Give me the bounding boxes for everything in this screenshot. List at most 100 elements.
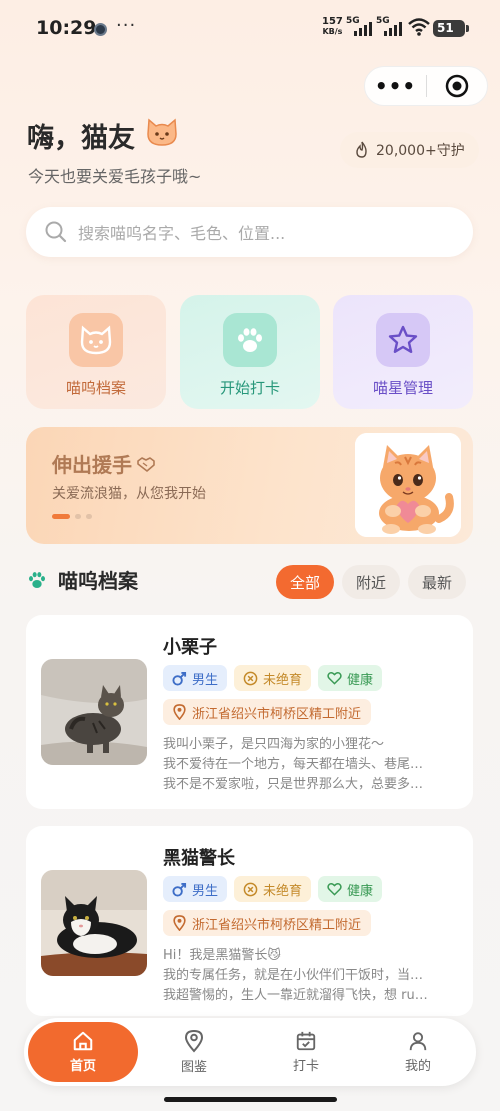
greeting-subtitle: 今天也要关爱毛孩子哦~ xyxy=(28,167,202,186)
section-title: 喵呜档案 xyxy=(58,569,138,593)
banner-title: 伸出援手 xyxy=(52,449,156,478)
signal-2-icon xyxy=(384,22,402,36)
filter-all[interactable]: 全部 xyxy=(276,565,335,599)
heart-icon xyxy=(327,672,342,685)
guard-count-text: 20,000+守护 xyxy=(376,143,465,159)
banner-title-text: 伸出援手 xyxy=(52,453,132,477)
tab-home[interactable]: 首页 xyxy=(28,1022,138,1082)
tab-label: 我的 xyxy=(404,1059,431,1074)
description-line: 我叫小栗子，是只四海为家的小狸花～ xyxy=(163,737,385,752)
filter-latest[interactable]: 最新 xyxy=(408,565,467,599)
location-tag: 浙江省绍兴市柯桥区精工附近 xyxy=(163,699,372,725)
status-time: 10:29 xyxy=(36,17,97,39)
location-tag: 浙江省绍兴市柯桥区精工附近 xyxy=(163,910,372,936)
location-text: 浙江省绍兴市柯桥区精工附近 xyxy=(192,706,362,722)
wifi-icon xyxy=(408,18,430,40)
notification-dot-icon xyxy=(94,23,107,36)
cat-face-icon xyxy=(69,313,123,367)
search-icon xyxy=(45,221,67,243)
paw-icon xyxy=(29,571,45,588)
health-tag: 健康 xyxy=(318,665,383,691)
location-pin-icon xyxy=(173,915,186,931)
quick-action-check-in[interactable]: 开始打卡 xyxy=(180,295,320,409)
x-circle-icon xyxy=(243,882,258,896)
heart-icon xyxy=(327,883,342,896)
quick-action-label: 喵星管理 xyxy=(372,379,433,397)
home-indicator xyxy=(164,1097,337,1102)
tab-atlas[interactable]: 图鉴 xyxy=(152,1018,236,1086)
health-text: 健康 xyxy=(347,883,374,899)
cat-face-icon xyxy=(145,116,179,155)
tab-mine[interactable]: 我的 xyxy=(376,1018,460,1086)
target-icon xyxy=(445,74,469,98)
flame-icon xyxy=(356,141,367,158)
miniprogram-capsule: ••• xyxy=(364,66,488,106)
bottom-tab-bar: 首页 图鉴 打卡 我的 xyxy=(24,1018,476,1086)
description-line: 我不是不爱家啦，只是世界那么大，总要多… xyxy=(163,777,424,792)
search-input[interactable]: 搜索喵呜名字、毛色、位置... xyxy=(26,207,473,257)
cat-tags: 男生 未绝育 健康 xyxy=(163,665,383,691)
cat-photo xyxy=(41,659,147,765)
filter-nearby[interactable]: 附近 xyxy=(342,565,401,599)
carousel-dot xyxy=(52,514,70,519)
sterilization-tag: 未绝育 xyxy=(234,876,312,902)
guard-count-badge: 20,000+守护 xyxy=(340,132,479,168)
x-circle-icon xyxy=(243,671,258,685)
quick-action-cat-profiles[interactable]: 喵呜档案 xyxy=(26,295,166,409)
capsule-more-button[interactable]: ••• xyxy=(365,76,426,96)
sterilization-text: 未绝育 xyxy=(263,672,303,688)
location-pin-icon xyxy=(173,704,186,720)
greeting: 嗨，猫友 xyxy=(27,116,179,155)
carousel-dot xyxy=(86,514,92,519)
sterilization-tag: 未绝育 xyxy=(234,665,312,691)
health-tag: 健康 xyxy=(318,876,383,902)
cat-description: 我叫小栗子，是只四海为家的小狸花～ 我不爱待在一个地方，每天都在墙头、巷尾… 我… xyxy=(163,735,459,795)
tab-label: 首页 xyxy=(69,1059,96,1074)
description-line: 我超警惕的，生人一靠近就溜得飞快，想 ru… xyxy=(163,988,428,1003)
gender-text: 男生 xyxy=(192,883,219,899)
battery-icon: 51 xyxy=(433,20,469,37)
tab-label: 打卡 xyxy=(292,1059,319,1074)
cat-description: Hi！我是黑猫警长😼 我的专属任务，就是在小伙伴们干饭时，当… 我超警惕的，生人… xyxy=(163,946,459,1006)
signal-1-icon xyxy=(354,22,372,36)
paw-icon xyxy=(223,313,277,367)
search-placeholder: 搜索喵呜名字、毛色、位置... xyxy=(78,224,286,243)
quick-action-label: 开始打卡 xyxy=(219,379,280,397)
description-line: 我不爱待在一个地方，每天都在墙头、巷尾… xyxy=(163,757,424,772)
sterilization-text: 未绝育 xyxy=(263,883,303,899)
cat-photo xyxy=(41,870,147,976)
user-icon xyxy=(409,1032,427,1051)
status-bar: 10:29 ··· 157 KB/s 5G 5G 51 xyxy=(0,0,500,58)
tab-label: 图鉴 xyxy=(180,1060,207,1075)
banner-subtitle: 关爱流浪猫，从您我开始 xyxy=(52,486,206,502)
cat-name: 黑猫警长 xyxy=(163,848,235,869)
location-text: 浙江省绍兴市柯桥区精工附近 xyxy=(192,917,362,933)
promo-banner[interactable]: 伸出援手 关爱流浪猫，从您我开始 xyxy=(26,427,473,544)
gender-tag: 男生 xyxy=(163,665,228,691)
health-text: 健康 xyxy=(347,672,374,688)
cat-card[interactable]: 小栗子 男生 未绝育 健康 浙江省绍兴市柯桥区精工附近 我叫小栗子，是只四海为家… xyxy=(26,615,473,809)
quick-action-star-manage[interactable]: 喵星管理 xyxy=(333,295,473,409)
carousel-indicator xyxy=(52,514,92,519)
calendar-check-icon xyxy=(296,1031,316,1051)
description-line: Hi！我是黑猫警长😼 xyxy=(163,948,281,963)
tab-check-in[interactable]: 打卡 xyxy=(264,1018,348,1086)
network-speed-value: 157 xyxy=(322,16,343,27)
quick-action-label: 喵呜档案 xyxy=(65,379,126,397)
cat-card[interactable]: 黑猫警长 男生 未绝育 健康 浙江省绍兴市柯桥区精工附近 Hi！我是黑猫警长😼 … xyxy=(26,826,473,1016)
network-speed: 157 KB/s xyxy=(322,17,343,37)
home-icon xyxy=(73,1031,93,1051)
section-header: 喵呜档案 xyxy=(26,565,138,594)
location-pin-icon xyxy=(184,1029,204,1053)
network-speed-unit: KB/s xyxy=(322,27,343,36)
greeting-text: 嗨，猫友 xyxy=(27,123,135,154)
cat-name: 小栗子 xyxy=(163,637,217,658)
filter-tabs: 全部 附近 最新 xyxy=(276,565,467,599)
capsule-close-button[interactable] xyxy=(427,74,487,98)
cat-tags: 男生 未绝育 健康 xyxy=(163,876,383,902)
handshake-icon xyxy=(137,456,155,472)
description-line: 我的专属任务，就是在小伙伴们干饭时，当… xyxy=(163,968,424,983)
gender-tag: 男生 xyxy=(163,876,228,902)
status-more-icon: ··· xyxy=(116,15,137,36)
star-icon xyxy=(376,313,430,367)
